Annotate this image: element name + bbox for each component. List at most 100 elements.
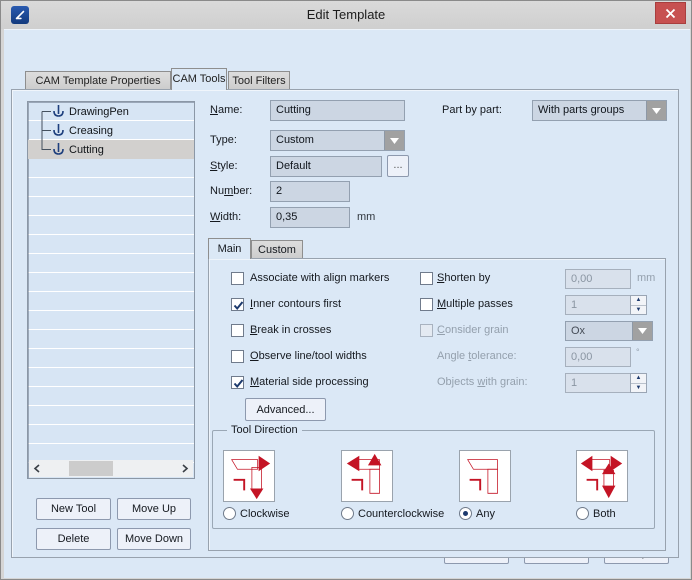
observe-line-tool-widths-label[interactable]: Observe line/tool widths bbox=[250, 350, 367, 362]
tool-list[interactable]: DrawingPen Creasing Cutting bbox=[27, 101, 195, 479]
shorten-by-label[interactable]: Shorten by bbox=[437, 272, 490, 284]
close-icon bbox=[665, 8, 676, 19]
observe-line-tool-widths-checkbox[interactable] bbox=[231, 350, 244, 363]
type-value: Custom bbox=[276, 134, 314, 146]
consider-grain-dropdown: Ox bbox=[565, 321, 653, 341]
close-button[interactable] bbox=[655, 2, 686, 24]
tool-list-item-creasing[interactable]: Creasing bbox=[28, 121, 194, 140]
consider-grain-label: Consider grain bbox=[437, 324, 509, 336]
subtab-custom[interactable]: Custom bbox=[251, 240, 303, 259]
name-label: Name: bbox=[210, 104, 242, 116]
clockwise-radio[interactable] bbox=[223, 507, 236, 520]
spin-up-icon: ▲ bbox=[631, 296, 646, 306]
style-input[interactable]: Default bbox=[270, 156, 382, 177]
counterclockwise-radio[interactable] bbox=[341, 507, 354, 520]
shorten-by-unit: mm bbox=[637, 272, 655, 284]
material-side-processing-checkbox[interactable] bbox=[231, 376, 244, 389]
number-input[interactable]: 2 bbox=[270, 181, 350, 202]
subtab-label: Custom bbox=[258, 244, 296, 256]
part-by-part-label: Part by part: bbox=[442, 104, 502, 116]
shorten-by-input: 0,00 bbox=[565, 269, 631, 289]
both-radio[interactable] bbox=[576, 507, 589, 520]
dialog-content: CAM Template Properties CAM Tools Tool F… bbox=[4, 29, 690, 578]
tool-list-item-drawingpen[interactable]: DrawingPen bbox=[28, 102, 194, 121]
tool-name: Cutting bbox=[69, 144, 104, 156]
objects-with-grain-label: Objects with grain: bbox=[437, 376, 528, 388]
break-in-crosses-checkbox[interactable] bbox=[231, 324, 244, 337]
spin-down-icon: ▼ bbox=[631, 306, 646, 315]
tool-pen-icon bbox=[52, 142, 65, 157]
tab-label: CAM Template Properties bbox=[35, 75, 160, 87]
tab-label: Tool Filters bbox=[232, 75, 285, 87]
width-unit: mm bbox=[357, 211, 375, 223]
material-side-processing-label[interactable]: Material side processing bbox=[250, 376, 369, 388]
move-up-button[interactable]: Move Up bbox=[117, 498, 191, 520]
window-title: Edit Template bbox=[1, 7, 691, 22]
style-label: Style: bbox=[210, 160, 238, 172]
title-bar: Edit Template bbox=[1, 1, 691, 29]
multiple-passes-checkbox[interactable] bbox=[420, 298, 433, 311]
tab-cam-tools[interactable]: CAM Tools bbox=[171, 68, 227, 90]
move-down-button[interactable]: Move Down bbox=[117, 528, 191, 550]
subtab-main[interactable]: Main bbox=[208, 238, 251, 259]
consider-grain-checkbox bbox=[420, 324, 433, 337]
horizontal-scrollbar[interactable] bbox=[29, 460, 193, 477]
both-label[interactable]: Both bbox=[593, 508, 616, 520]
any-label[interactable]: Any bbox=[476, 508, 495, 520]
chevron-down-icon bbox=[632, 322, 652, 340]
cam-tools-page: DrawingPen Creasing Cutting bbox=[11, 89, 679, 558]
clockwise-icon bbox=[223, 450, 275, 502]
number-label: Number: bbox=[210, 185, 252, 197]
tool-name: DrawingPen bbox=[69, 106, 129, 118]
break-in-crosses-label[interactable]: Break in crosses bbox=[250, 324, 331, 336]
scrollbar-track[interactable] bbox=[45, 460, 177, 477]
any-direction-icon bbox=[459, 450, 511, 502]
clockwise-label[interactable]: Clockwise bbox=[240, 508, 290, 520]
tab-label: CAM Tools bbox=[173, 73, 226, 85]
tool-name: Creasing bbox=[69, 125, 113, 137]
multiple-passes-label[interactable]: Multiple passes bbox=[437, 298, 513, 310]
inner-contours-first-checkbox[interactable] bbox=[231, 298, 244, 311]
advanced-button[interactable]: Advanced... bbox=[245, 398, 326, 421]
tool-pen-icon bbox=[52, 104, 65, 119]
tool-direction-group: Tool Direction bbox=[212, 430, 655, 529]
consider-grain-value: Ox bbox=[571, 325, 585, 337]
delete-button[interactable]: Delete bbox=[36, 528, 111, 550]
objects-with-grain-input: 1 bbox=[565, 373, 631, 393]
angle-tolerance-unit: ° bbox=[636, 347, 640, 357]
spin-down-icon: ▼ bbox=[631, 384, 646, 393]
shorten-by-checkbox[interactable] bbox=[420, 272, 433, 285]
tree-connector-icon bbox=[36, 102, 52, 121]
any-radio[interactable] bbox=[459, 507, 472, 520]
type-dropdown[interactable]: Custom bbox=[270, 130, 405, 151]
part-by-part-dropdown[interactable]: With parts groups bbox=[532, 100, 667, 121]
counterclockwise-label[interactable]: Counterclockwise bbox=[358, 508, 444, 520]
scroll-right-icon[interactable] bbox=[177, 460, 193, 477]
objects-with-grain-stepper: ▲▼ bbox=[630, 373, 647, 393]
tool-pen-icon bbox=[52, 123, 65, 138]
new-tool-button[interactable]: New Tool bbox=[36, 498, 111, 520]
edit-template-dialog: Edit Template CAM Template Properties CA… bbox=[0, 0, 692, 580]
tree-connector-icon bbox=[36, 121, 52, 140]
style-browse-button[interactable]: ... bbox=[387, 155, 409, 177]
associate-align-markers-label[interactable]: Associate with align markers bbox=[250, 272, 389, 284]
chevron-down-icon[interactable] bbox=[384, 131, 404, 150]
width-label: Width: bbox=[210, 211, 241, 223]
tab-tool-filters[interactable]: Tool Filters bbox=[228, 71, 290, 90]
scroll-left-icon[interactable] bbox=[29, 460, 45, 477]
inner-contours-first-label[interactable]: Inner contours first bbox=[250, 298, 341, 310]
chevron-down-icon[interactable] bbox=[646, 101, 666, 120]
tab-cam-template-properties[interactable]: CAM Template Properties bbox=[25, 71, 171, 90]
tool-list-item-cutting[interactable]: Cutting bbox=[28, 140, 194, 159]
multiple-passes-input: 1 bbox=[565, 295, 631, 315]
counterclockwise-icon bbox=[341, 450, 393, 502]
scrollbar-thumb[interactable] bbox=[69, 461, 113, 476]
name-input[interactable]: Cutting bbox=[270, 100, 405, 121]
both-directions-icon bbox=[576, 450, 628, 502]
multiple-passes-stepper: ▲▼ bbox=[630, 295, 647, 315]
width-input[interactable]: 0,35 bbox=[270, 207, 350, 228]
tool-direction-title: Tool Direction bbox=[227, 424, 302, 436]
subtab-label: Main bbox=[218, 243, 242, 255]
type-label: Type: bbox=[210, 134, 237, 146]
associate-align-markers-checkbox[interactable] bbox=[231, 272, 244, 285]
